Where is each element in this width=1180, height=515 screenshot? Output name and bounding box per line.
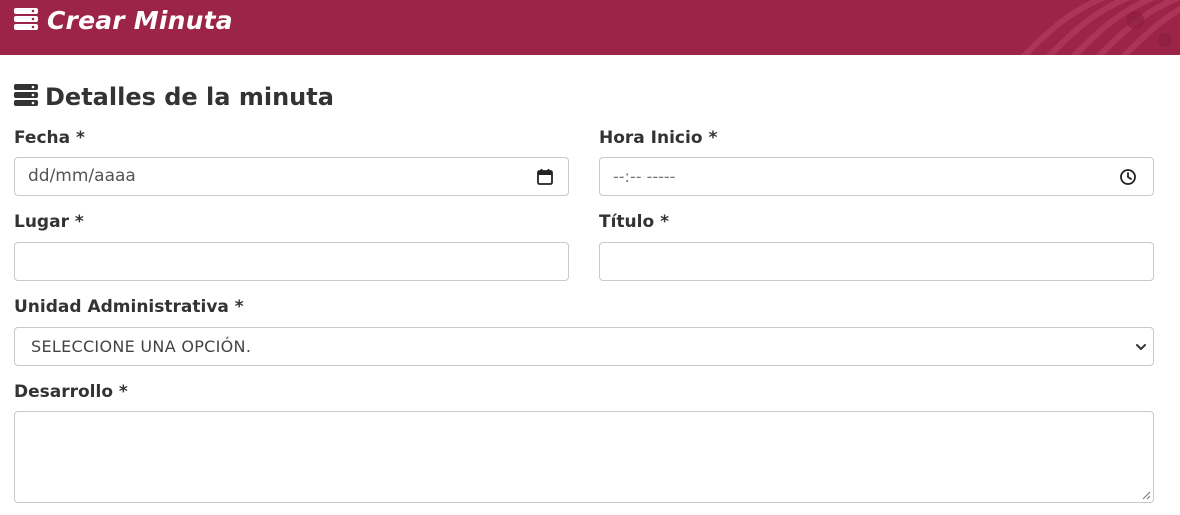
chevron-down-icon[interactable] (1135, 342, 1147, 352)
clock-icon[interactable] (1119, 168, 1137, 186)
unidad-administrativa-label: Unidad Administrativa * (14, 297, 244, 317)
lugar-label: Lugar * (14, 212, 84, 232)
unidad-administrativa-select[interactable]: SELECCIONE UNA OPCIÓN. (14, 327, 1154, 366)
section-title: Detalles de la minuta (45, 83, 334, 111)
header-decoration (1020, 0, 1180, 55)
lugar-input[interactable] (14, 242, 569, 281)
titulo-label: Título * (599, 212, 669, 232)
database-icon (14, 8, 38, 30)
calendar-icon[interactable] (536, 168, 554, 186)
desarrollo-label: Desarrollo * (14, 382, 128, 402)
database-icon (14, 84, 38, 106)
unidad-administrativa-selected: SELECCIONE UNA OPCIÓN. (31, 337, 252, 356)
fecha-label: Fecha * (14, 128, 85, 148)
page-header: Crear Minuta (0, 0, 1180, 55)
hora-inicio-placeholder: --:-- ----- (613, 167, 676, 186)
resize-handle-icon[interactable] (1141, 490, 1151, 500)
fecha-input[interactable]: dd/mm/aaaa (14, 157, 569, 196)
titulo-input[interactable] (599, 242, 1154, 281)
hora-inicio-label: Hora Inicio * (599, 128, 718, 148)
desarrollo-textarea[interactable] (14, 411, 1154, 503)
fecha-placeholder: dd/mm/aaaa (28, 166, 136, 186)
page-title: Crear Minuta (47, 6, 233, 35)
hora-inicio-input[interactable]: --:-- ----- (599, 157, 1154, 196)
